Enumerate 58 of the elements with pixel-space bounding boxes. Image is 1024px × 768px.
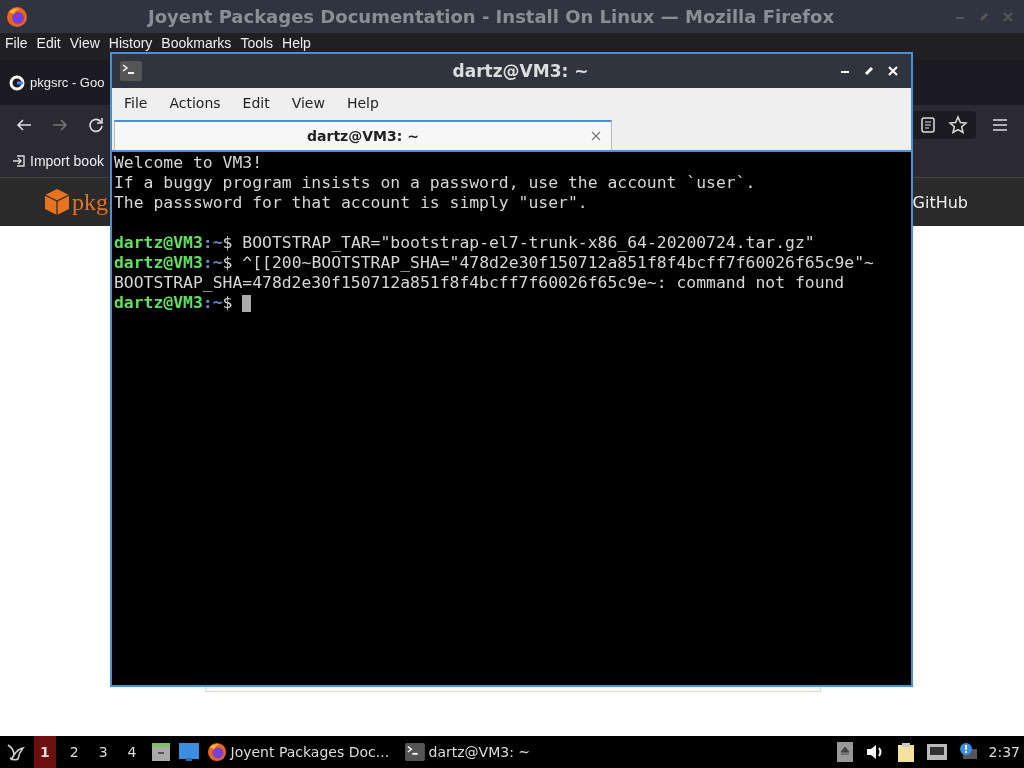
prompt-user: dartz@VM3	[114, 293, 203, 313]
menu-item[interactable]: History	[108, 35, 153, 51]
command-text: BOOTSTRAP_TAR="bootstrap-el7-trunk-x86_64-20200724.tar.gz"	[242, 233, 815, 253]
menu-item[interactable]: File	[5, 35, 28, 51]
desktop-icon[interactable]	[178, 743, 199, 761]
terminal-icon	[404, 743, 425, 761]
terminal-output: If a buggy program insists on a password, use the account `user`.	[114, 173, 756, 193]
terminal-output: The passsword for that account is simply "user".	[114, 193, 588, 213]
menu-item[interactable]: Edit	[242, 94, 270, 111]
terminal-output: BOOTSTRAP_SHA=478d2e30f150712a851f8f4bcff7f60026f65c9e~: command not found	[114, 273, 845, 293]
terminal-icon	[120, 61, 142, 81]
clock: 2:37	[988, 744, 1020, 760]
firefox-icon	[206, 742, 227, 762]
command-text: ^[[200~BOOTSTRAP_SHA="478d2e30f150712a851f8f4bcff7f60026f65c9e"~	[242, 253, 874, 273]
file-manager-icon[interactable]	[150, 742, 171, 762]
terminal-output: Welcome to VM3!	[114, 153, 263, 173]
github-link[interactable]: GitHub	[912, 192, 968, 212]
menu-item[interactable]: Help	[346, 94, 379, 111]
notification-icon[interactable]	[958, 743, 977, 761]
menu-item[interactable]: View	[291, 94, 325, 111]
firefox-icon	[6, 5, 28, 28]
taskbar-button[interactable]: dartz@VM3: ~	[404, 743, 595, 761]
prompt-symbol: $	[222, 293, 233, 313]
network-icon[interactable]	[926, 744, 947, 760]
clipboard-icon[interactable]	[896, 742, 915, 762]
prompt-symbol: $	[222, 233, 233, 253]
taskbar-button[interactable]: Joyent Packages Doc...	[206, 742, 397, 762]
workspace-button[interactable]: 3	[92, 736, 114, 768]
prompt-user: dartz@VM3	[114, 233, 203, 253]
menu-item[interactable]: View	[69, 35, 100, 51]
import-icon	[12, 154, 26, 168]
browser-tab[interactable]: pkgsrc - Goo	[0, 67, 105, 98]
workspace-button[interactable]: 4	[121, 736, 143, 768]
menu-item[interactable]: Help	[282, 35, 311, 51]
prompt-user: dartz@VM3	[114, 253, 203, 273]
prompt-path: :~	[202, 233, 223, 253]
maximize-icon[interactable]	[863, 65, 875, 77]
workspace-button[interactable]: 2	[63, 736, 85, 768]
site-logo[interactable]: pkg	[72, 188, 108, 216]
menu-item[interactable]: Edit	[36, 35, 61, 51]
terminal-tab[interactable]: dartz@VM3: ~	[114, 120, 612, 150]
prompt-symbol: $	[222, 253, 233, 273]
prompt-path: :~	[202, 253, 223, 273]
bookmark-item[interactable]: Import book	[12, 153, 104, 169]
prompt-path: :~	[202, 293, 223, 313]
menu-item[interactable]: File	[124, 94, 148, 111]
star-icon[interactable]	[948, 115, 968, 135]
menu-icon[interactable]	[992, 118, 1008, 132]
window-title: dartz@VM3: ~	[451, 61, 590, 81]
menu-item[interactable]: Tools	[240, 35, 274, 51]
menu-item[interactable]: Actions	[169, 94, 221, 111]
workspace-button[interactable]: 1	[34, 736, 56, 768]
box-icon	[44, 188, 70, 216]
menu-item[interactable]: Bookmarks	[161, 35, 232, 51]
reader-icon[interactable]	[920, 116, 936, 134]
eject-icon[interactable]	[836, 742, 853, 762]
window-title: Joyent Packages Documentation - Install On Linux — Mozilla Firefox	[146, 6, 836, 27]
reload-icon[interactable]	[87, 116, 105, 134]
